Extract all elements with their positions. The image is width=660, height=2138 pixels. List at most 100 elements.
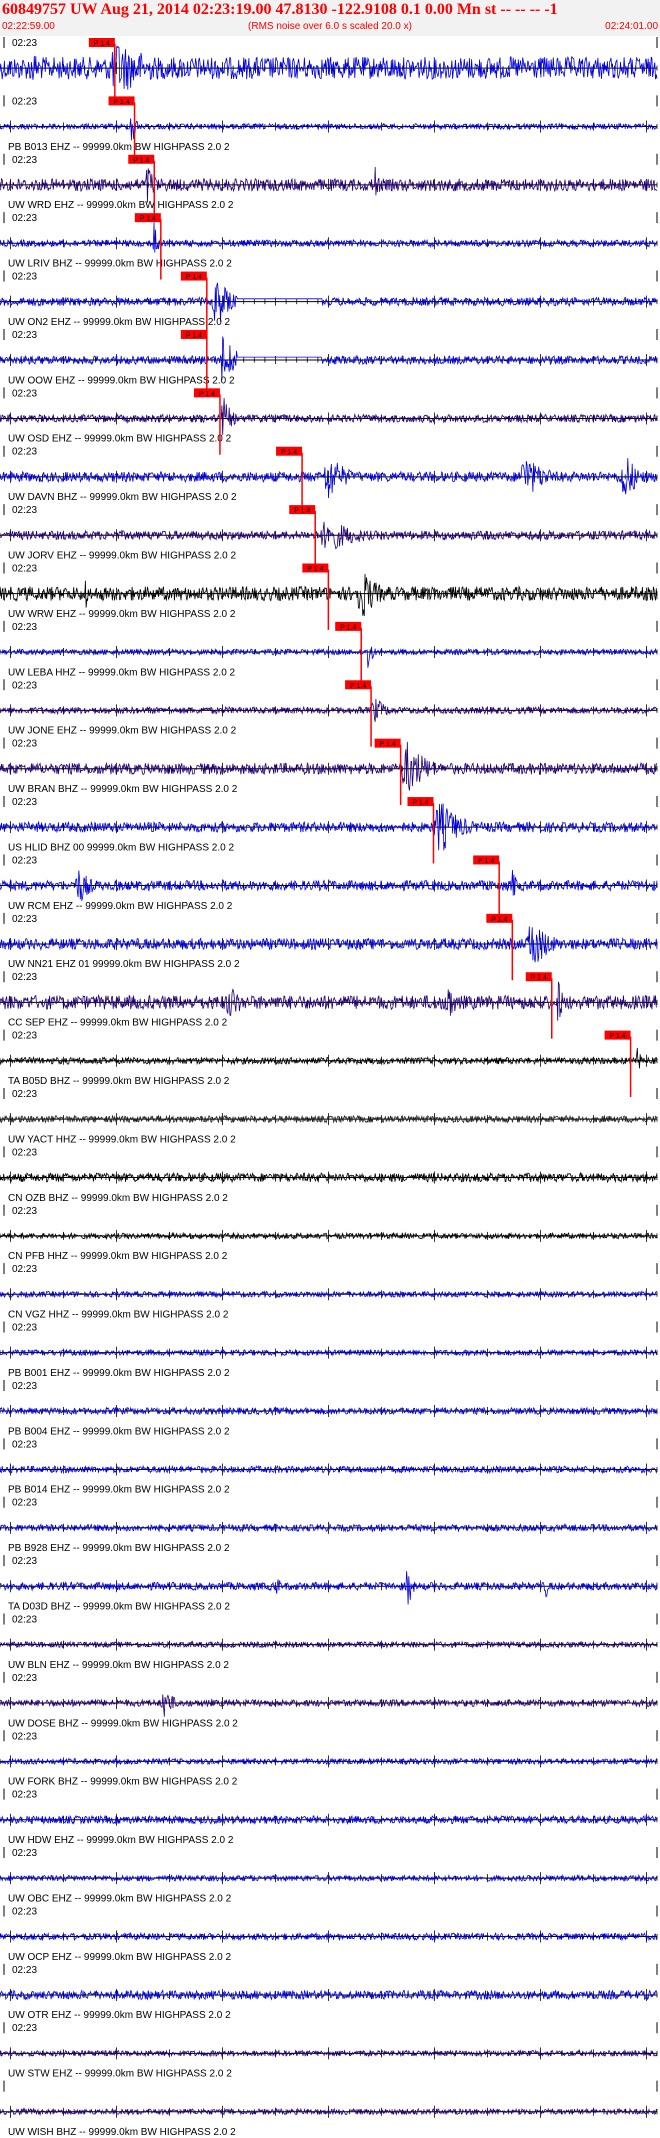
- trace-time-label: 02:23: [12, 739, 37, 750]
- pick-label: P 1.4: [491, 916, 507, 923]
- trace-time-label: 02:23: [12, 1147, 37, 1158]
- trace-row: 02:23 UW OBC EHZ -- 99999.0km BW HIGHPASS…: [0, 1847, 658, 1904]
- trace-row: 02:23 UW WRD EHZ -- 99999.0km BW HIGHPASS…: [0, 153, 658, 222]
- pick-label: P 1.4: [186, 332, 202, 339]
- trace-row: 02:23 UW JORV EHZ -- 99999.0km BW HIGHPAS…: [0, 504, 658, 572]
- trace-time-label: 02:23: [12, 1673, 37, 1684]
- trace-row: 02:23 TA B05D BHZ -- 99999.0km BW HIGHPAS…: [0, 1029, 658, 1097]
- station-label: UW JONE EHZ -- 99999.0km BW HIGHPASS 2.0…: [8, 726, 237, 737]
- pick-label: P 1.4: [140, 216, 156, 223]
- station-label: CC SEP EHZ -- 99999.0km BW HIGHPASS 2.0 …: [8, 1018, 228, 1029]
- trace-row: 02:23 UW RCM EHZ -- 99999.0km BW HIGHPASS…: [0, 854, 658, 922]
- pick-label: P 1.4: [350, 683, 366, 690]
- trace-row: 02:23 PB B014 EHZ -- 99999.0km BW HIGHPAS…: [0, 1438, 658, 1496]
- trace-row: 02:23 CC SEP EHZ -- 99999.0km BW HIGHPASS…: [0, 971, 658, 1039]
- trace-row: 02:23 UW FORK BHZ -- 99999.0km BW HIGHPAS…: [0, 1730, 658, 1788]
- trace-row: 02:23 UW NN21 EHZ 01 99999.0km BW HIGHPAS…: [0, 912, 658, 981]
- station-label: UW LEBA HHZ -- 99999.0km BW HIGHPASS 2.0…: [8, 667, 236, 678]
- trace-time-label: 02:23: [12, 1965, 37, 1976]
- trace-time-label: 02:23: [12, 1206, 37, 1217]
- trace-time-label: 02:23: [12, 272, 37, 283]
- trace-row: 02:23 PB B004 EHZ -- 99999.0km BW HIGHPAS…: [0, 1379, 658, 1437]
- pick-label: P 1.4: [113, 99, 129, 106]
- trace-row: 02:23 P 1.4: [0, 37, 658, 105]
- trace-row: 02:23 US HLID BHZ 00 99999.0km BW HIGHPAS…: [0, 796, 658, 864]
- station-label: UW OBC EHZ -- 99999.0km BW HIGHPASS 2.0 …: [8, 1893, 232, 1904]
- pick-label: P 1.4: [340, 624, 356, 631]
- trace-time-label: 02:23: [12, 505, 37, 516]
- trace-time-label: 02:23: [12, 330, 37, 341]
- trace-time-label: 02:23: [12, 96, 37, 107]
- trace-row: 02:23 PB B013 EHZ -- 99999.0km BW HIGHPAS…: [0, 95, 658, 163]
- trace-row: 02:23 PB B928 EHZ -- 99999.0km BW HIGHPAS…: [0, 1496, 658, 1554]
- station-label: UW RCM EHZ -- 99999.0km BW HIGHPASS 2.0 …: [8, 901, 233, 912]
- station-label: UW HDW EHZ -- 99999.0km BW HIGHPASS 2.0 …: [8, 1835, 234, 1846]
- station-label: UW WRW EHZ -- 99999.0km BW HIGHPASS 2.0 …: [8, 609, 236, 620]
- trace-time-label: 02:23: [12, 1439, 37, 1450]
- trace-time-label: 02:23: [12, 155, 37, 166]
- station-label: CN OZB BHZ -- 99999.0km BW HIGHPASS 2.0 …: [8, 1193, 228, 1204]
- trace-time-label: 02:23: [12, 1790, 37, 1801]
- pick-label: P 1.4: [380, 741, 396, 748]
- trace-row: 02:23 UW LEBA HHZ -- 99999.0km BW HIGHPAS…: [0, 620, 658, 689]
- trace-row: 02:23 UW WRW EHZ -- 99999.0km BW HIGHPASS…: [0, 562, 658, 630]
- station-label: PB B001 EHZ -- 99999.0km BW HIGHPASS 2.0…: [8, 1368, 230, 1379]
- trace-time-label: 02:23: [12, 1848, 37, 1859]
- station-label: PB B014 EHZ -- 99999.0km BW HIGHPASS 2.0…: [8, 1485, 230, 1496]
- trace-time-label: 02:23: [12, 1031, 37, 1042]
- trace-row: 02:23 UW ON2 EHZ -- 99999.0km BW HIGHPASS…: [0, 270, 658, 338]
- station-label: PB B004 EHZ -- 99999.0km BW HIGHPASS 2.0…: [8, 1426, 230, 1437]
- trace-time-label: 02:23: [12, 1731, 37, 1742]
- trace-time-label: 02:23: [12, 447, 37, 458]
- trace-row: 02:23 UW DOSE BHZ -- 99999.0km BW HIGHPAS…: [0, 1671, 658, 1729]
- trace-time-label: 02:23: [12, 680, 37, 691]
- pick-label: P 1.4: [199, 391, 215, 398]
- trace-time-label: 02:23: [12, 1498, 37, 1509]
- trace-time-label: 02:23: [12, 1323, 37, 1334]
- trace-time-label: 02:23: [12, 2023, 37, 2034]
- waveform: [0, 1571, 658, 1605]
- station-label: CN VGZ HHZ -- 99999.0km BW HIGHPASS 2.0 …: [8, 1310, 229, 1321]
- trace-time-label: 02:23: [12, 1615, 37, 1626]
- station-label: TA B05D BHZ -- 99999.0km BW HIGHPASS 2.0…: [8, 1076, 230, 1087]
- trace-time-label: 02:23: [12, 855, 37, 866]
- waveform: [0, 926, 658, 963]
- trace-time-label: 02:23: [12, 1089, 37, 1100]
- trace-time-label: 02:23: [12, 1906, 37, 1917]
- seismogram-plot: 02:23 P 1.4 02:23 PB B013 EHZ -- 99999.0km …: [0, 37, 658, 2138]
- trace-row: 02:23 UW OTR EHZ -- 99999.0km BW HIGHPASS…: [0, 1963, 658, 2021]
- station-label: UW OOW EHZ -- 99999.0km BW HIGHPASS 2.0 …: [8, 375, 235, 386]
- station-label: UW OCP EHZ -- 99999.0km BW HIGHPASS 2.0 …: [8, 1952, 231, 1963]
- pick-label: P 1.4: [186, 274, 202, 281]
- station-label: UW OTR EHZ -- 99999.0km BW HIGHPASS 2.0 …: [8, 2010, 231, 2021]
- trace-row: 02:23 CN OZB BHZ -- 99999.0km BW HIGHPASS…: [0, 1146, 658, 1204]
- trace-row: 02:23 UW LRIV BHZ -- 99999.0km BW HIGHPAS…: [0, 212, 658, 280]
- station-label: UW JORV EHZ -- 99999.0km BW HIGHPASS 2.0…: [8, 551, 236, 562]
- station-label: UW BLN EHZ -- 99999.0km BW HIGHPASS 2.0 …: [8, 1660, 229, 1671]
- trace-time-label: 02:23: [12, 622, 37, 633]
- pick-label: P 1.4: [94, 41, 110, 48]
- trace-row: 02:23 UW OCP EHZ -- 99999.0km BW HIGHPASS…: [0, 1905, 658, 1963]
- station-label: US HLID BHZ 00 99999.0km BW HIGHPASS 2.0…: [8, 842, 234, 853]
- station-label: UW FORK BHZ -- 99999.0km BW HIGHPASS 2.0…: [8, 1777, 238, 1788]
- event-title: 60849757 UW Aug 21, 2014 02:23:19.00 47.…: [2, 1, 558, 18]
- pick-label: P 1.4: [412, 800, 428, 807]
- pick-label: P 1.4: [281, 449, 297, 456]
- trace-time-label: 02:23: [12, 1556, 37, 1567]
- trace-row: 02:23 UW BRAN BHZ -- 99999.0km BW HIGHPAS…: [0, 737, 658, 806]
- trace-row: 02:23 UW OSD EHZ -- 99999.0km BW HIGHPASS…: [0, 387, 658, 455]
- trace-row: 02:23 UW BLN EHZ -- 99999.0km BW HIGHPASS…: [0, 1613, 658, 1671]
- station-label: UW DAVN BHZ -- 99999.0km BW HIGHPASS 2.0…: [8, 492, 237, 503]
- pick-label: P 1.4: [609, 1033, 625, 1040]
- trace-time-label: 02:23: [12, 797, 37, 808]
- trace-row: 02:23 TA D03D BHZ -- 99999.0km BW HIGHPAS…: [0, 1555, 658, 1613]
- station-label: CN PFB HHZ -- 99999.0km BW HIGHPASS 2.0 …: [8, 1251, 228, 1262]
- station-label: UW ON2 EHZ -- 99999.0km BW HIGHPASS 2.0 …: [8, 317, 231, 328]
- trace-row: 02:23 UW DAVN BHZ -- 99999.0km BW HIGHPAS…: [0, 445, 658, 514]
- waveform: [0, 42, 658, 90]
- trace-time-label: 02:23: [12, 1264, 37, 1275]
- trace-row: UW WISH BHZ -- 99999.0km BW HIGHPASS 2.0…: [0, 2080, 658, 2138]
- trace-row: 02:23 UW HDW EHZ -- 99999.0km BW HIGHPASS…: [0, 1788, 658, 1846]
- station-label: UW YACT HHZ -- 99999.0km BW HIGHPASS 2.0…: [8, 1134, 236, 1145]
- station-label: PB B013 EHZ -- 99999.0km BW HIGHPASS 2.0…: [8, 142, 230, 153]
